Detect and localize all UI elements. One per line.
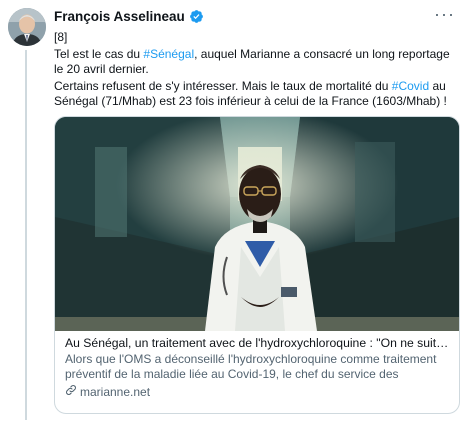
tweet-header: François Asselineau	[54, 9, 204, 24]
card-title[interactable]: Au Sénégal, un traitement avec de l'hydr…	[65, 336, 449, 351]
card-domain: marianne.net	[80, 384, 151, 399]
link-preview-card[interactable]: Au Sénégal, un traitement avec de l'hydr…	[54, 116, 460, 414]
hashtag-covid-link[interactable]: #Covid	[392, 79, 429, 93]
thread-connector-line	[25, 50, 27, 420]
card-body: Au Sénégal, un traitement avec de l'hydr…	[55, 331, 459, 400]
tweet-paragraph-1: Tel est le cas du #Sénégal, auquel Maria…	[54, 47, 459, 77]
card-domain-row: marianne.net	[65, 384, 449, 400]
link-icon	[65, 384, 77, 400]
hashtag-senegal-link[interactable]: #Sénégal	[143, 47, 194, 61]
author-avatar[interactable]	[8, 8, 46, 46]
tweet-line-index: [8]	[54, 30, 68, 44]
card-image[interactable]	[55, 117, 459, 331]
verified-badge-icon	[189, 9, 204, 24]
card-description: Alors que l'OMS a déconseillé l'hydroxyc…	[65, 352, 437, 381]
tweet-text-segment: Tel est le cas du	[54, 47, 144, 61]
more-options-icon[interactable]: ···	[434, 5, 455, 23]
tweet-text: [8] Tel est le cas du #Sénégal, auquel M…	[54, 30, 459, 111]
tweet-paragraph-2: Certains refusent de s'y intéresser. Mai…	[54, 79, 459, 109]
tweet-text-segment: Certains refusent de s'y intéresser. Mai…	[54, 79, 392, 93]
author-name[interactable]: François Asselineau	[54, 9, 185, 24]
